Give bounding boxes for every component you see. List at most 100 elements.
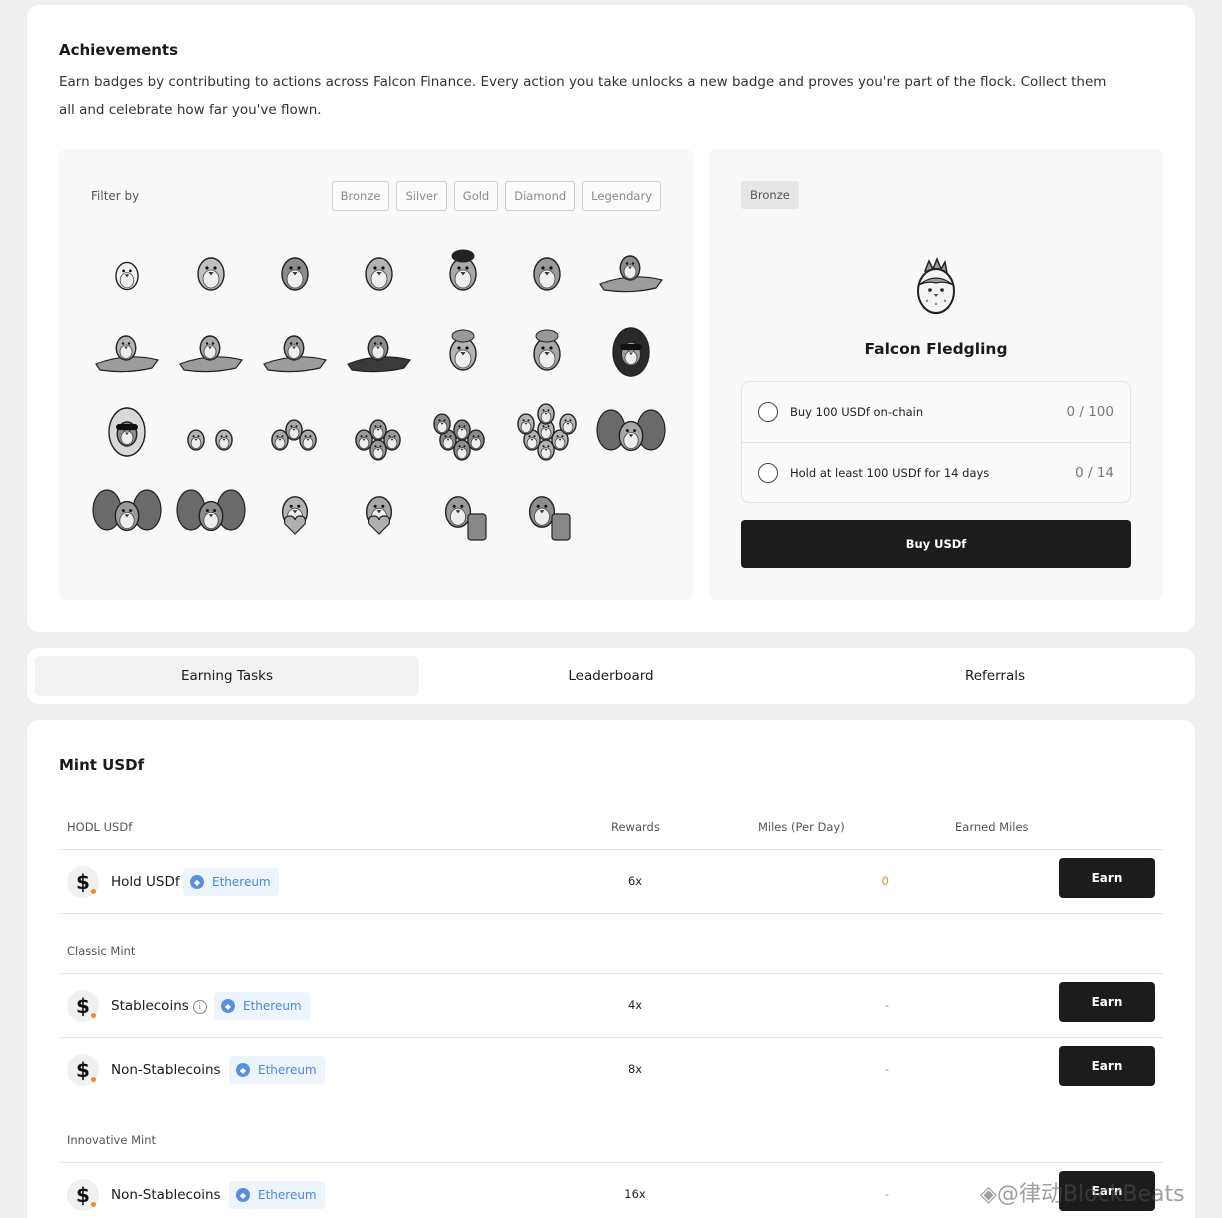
- tab-leaderboard[interactable]: Leaderboard: [419, 656, 803, 696]
- earned-value: 0: [973, 874, 1073, 888]
- requirements-list: Buy 100 USDf on-chain 0 / 100 Hold at le…: [741, 381, 1131, 503]
- requirement-checkbox[interactable]: [758, 462, 778, 483]
- rewards-value: 4x: [627, 998, 643, 1012]
- task-name: Hold USDf: [111, 874, 180, 890]
- section-label: HODL USDf: [67, 820, 133, 834]
- mint-card: Mint USDf HODL USDf Rewards Miles (Per D…: [27, 720, 1195, 1218]
- jar-bird-icon[interactable]: [505, 473, 589, 553]
- requirement-row: Buy 100 USDf on-chain 0 / 100: [742, 382, 1130, 442]
- beret-bird-icon[interactable]: [421, 233, 505, 313]
- dollar-coin-icon: $: [67, 866, 99, 898]
- requirement-text: Hold at least 100 USDf for 14 days: [790, 465, 990, 480]
- task-row: $ Stablecoinsi ◆Ethereum 4x - 0 Earn: [59, 974, 1163, 1038]
- earn-button[interactable]: Earn: [1059, 1046, 1155, 1086]
- chain-chip: ◆ Ethereum: [183, 868, 279, 896]
- requirement-progress: 0 / 14: [1075, 464, 1114, 481]
- section-header-classic: Classic Mint: [59, 930, 1163, 974]
- camera-bird-icon[interactable]: [505, 233, 589, 313]
- miles-value: 0: [881, 874, 889, 888]
- achievements-title: Achievements: [59, 41, 179, 59]
- big-flock-birds-icon[interactable]: [505, 393, 589, 473]
- rewards-value: 6x: [627, 874, 643, 888]
- dark-jet-bird-icon[interactable]: [337, 313, 421, 393]
- earned-value: 0: [973, 1062, 1073, 1076]
- hood-sunglasses-bird-icon[interactable]: [85, 393, 169, 473]
- butterfly-bird-icon[interactable]: [85, 473, 169, 553]
- filter-diamond[interactable]: Diamond: [505, 181, 576, 211]
- pair-birds-icon[interactable]: [169, 393, 253, 473]
- mint-title: Mint USDf: [59, 756, 145, 774]
- chain-chip: ◆ Ethereum: [229, 1056, 325, 1084]
- task-name: Non-Stablecoins: [111, 1062, 221, 1078]
- jet-bird-icon[interactable]: [253, 313, 337, 393]
- filter-silver[interactable]: Silver: [396, 181, 447, 211]
- tab-earning-tasks[interactable]: Earning Tasks: [35, 656, 419, 696]
- egg-chick-icon[interactable]: [85, 233, 169, 313]
- task-name: Non-Stablecoins: [111, 1187, 221, 1203]
- beanie-bird-icon[interactable]: [421, 313, 505, 393]
- section-header-hodl: HODL USDf Rewards Miles (Per Day) Earned…: [59, 806, 1163, 850]
- task-name: Stablecoins i: [111, 998, 207, 1014]
- achievements-card: Achievements Earn badges by contributing…: [27, 5, 1195, 632]
- winged-bird-icon[interactable]: [589, 393, 673, 473]
- pilot-plane-bird-icon[interactable]: [589, 233, 673, 313]
- butterfly-bird-icon[interactable]: [169, 473, 253, 553]
- earned-value: 0: [973, 998, 1073, 1012]
- achievements-description: Earn badges by contributing to actions a…: [59, 74, 1107, 118]
- blanket-bird-icon[interactable]: [169, 233, 253, 313]
- filter-legendary[interactable]: Legendary: [582, 181, 661, 211]
- ethereum-icon: ◆: [236, 1188, 250, 1202]
- requirement-checkbox[interactable]: [758, 402, 778, 422]
- filter-row: Bronze Silver Gold Diamond Legendary: [331, 181, 661, 211]
- trio-birds-icon[interactable]: [253, 393, 337, 473]
- dollar-coin-icon: $: [67, 1054, 99, 1086]
- section-header-innovative: Innovative Mint: [59, 1119, 1163, 1163]
- rewards-value: 8x: [627, 1062, 643, 1076]
- plane-bird-icon[interactable]: [85, 313, 169, 393]
- ethereum-icon: ◆: [190, 875, 204, 889]
- badge-grid: [85, 233, 673, 553]
- flock-birds-icon[interactable]: [421, 393, 505, 473]
- hooded-sunglasses-bird-icon[interactable]: [589, 313, 673, 393]
- info-icon[interactable]: i: [192, 1000, 207, 1014]
- jar-bird-icon[interactable]: [421, 473, 505, 553]
- badge-gallery: Filter by Bronze Silver Gold Diamond Leg…: [59, 149, 693, 600]
- section-label: Innovative Mint: [67, 1133, 157, 1147]
- plaid-bird-icon[interactable]: [253, 233, 337, 313]
- earned-header: Earned Miles: [955, 820, 1029, 834]
- filter-bronze[interactable]: Bronze: [331, 181, 390, 211]
- beanie-bird-icon[interactable]: [505, 313, 589, 393]
- rewards-value: 16x: [624, 1187, 646, 1201]
- egg-chick-icon: [913, 256, 959, 321]
- earn-button[interactable]: Earn: [1059, 982, 1155, 1022]
- rewards-header: Rewards: [611, 820, 660, 834]
- heart-bird-icon[interactable]: [337, 473, 421, 553]
- tier-badge: Bronze: [741, 181, 799, 209]
- suit-bird-icon[interactable]: [337, 233, 421, 313]
- section-label: Classic Mint: [67, 944, 136, 958]
- task-row: $ Hold USDf ◆Ethereum 6x 0 0 Earn: [59, 850, 1163, 914]
- buy-usdf-button[interactable]: Buy USDf: [741, 520, 1131, 568]
- heart-bird-icon[interactable]: [253, 473, 337, 553]
- miles-header: Miles (Per Day): [758, 820, 845, 834]
- ethereum-icon: ◆: [221, 999, 235, 1013]
- miles-value: -: [884, 1187, 889, 1201]
- tab-referrals[interactable]: Referrals: [803, 656, 1187, 696]
- requirement-text: Buy 100 USDf on-chain: [790, 405, 924, 419]
- badge-name: Falcon Fledgling: [864, 340, 1008, 358]
- dollar-coin-icon: $: [67, 990, 99, 1022]
- watermark: ◈@律动BlockBeats: [980, 1182, 1185, 1207]
- chain-chip: ◆ Ethereum: [214, 992, 310, 1020]
- filter-gold[interactable]: Gold: [453, 181, 499, 211]
- plane-bird-icon[interactable]: [169, 313, 253, 393]
- dollar-coin-icon: $: [67, 1179, 99, 1211]
- earn-button[interactable]: Earn: [1059, 858, 1155, 898]
- miles-value: -: [884, 1062, 889, 1076]
- chain-chip: ◆ Ethereum: [229, 1181, 325, 1209]
- quad-birds-icon[interactable]: [337, 393, 421, 473]
- tab-bar: Earning Tasks Leaderboard Referrals: [27, 648, 1195, 704]
- badge-detail-panel: Bronze Falcon Fledgling Buy 100 USDf on-…: [709, 149, 1163, 600]
- ethereum-icon: ◆: [236, 1063, 250, 1077]
- task-row: $ Non-Stablecoins ◆Ethereum 8x - 0 Earn: [59, 1038, 1163, 1102]
- miles-value: -: [884, 998, 889, 1012]
